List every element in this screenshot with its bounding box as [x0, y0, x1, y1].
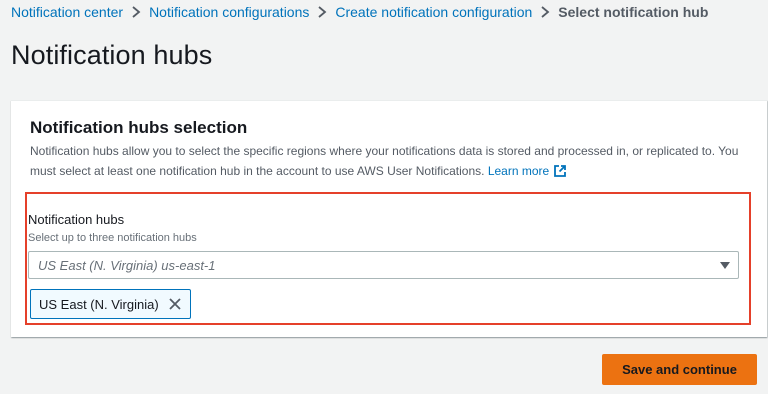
external-link-icon[interactable] [553, 164, 567, 178]
learn-more-link[interactable]: Learn more [488, 164, 567, 178]
panel-title: Notification hubs selection [30, 118, 248, 137]
close-icon[interactable] [168, 297, 182, 311]
notification-hubs-panel: Notification hubs selection Notification… [11, 100, 767, 337]
token-label: US East (N. Virginia) [39, 296, 159, 312]
breadcrumb-current: Select notification hub [558, 4, 709, 20]
panel-description-text: Notification hubs allow you to select th… [30, 144, 739, 178]
field-description: Select up to three notification hubs [28, 232, 197, 244]
breadcrumb-create-notification-configuration[interactable]: Create notification configuration [335, 4, 532, 20]
chevron-right-icon [309, 6, 335, 18]
breadcrumb-notification-center[interactable]: Notification center [11, 4, 123, 20]
breadcrumb-notification-configurations[interactable]: Notification configurations [149, 4, 309, 20]
learn-more-label[interactable]: Learn more [488, 164, 549, 178]
panel-description: Notification hubs allow you to select th… [30, 141, 750, 181]
chevron-right-icon [123, 6, 149, 18]
breadcrumb: Notification center Notification configu… [11, 4, 708, 20]
selected-hub-token: US East (N. Virginia) [30, 289, 191, 319]
field-label: Notification hubs [28, 212, 125, 227]
caret-down-icon[interactable] [720, 262, 730, 269]
page-title: Notification hubs [11, 40, 213, 70]
select-placeholder: US East (N. Virginia) us-east-1 [38, 258, 216, 273]
save-and-continue-button[interactable]: Save and continue [602, 354, 757, 385]
notification-hubs-select[interactable]: US East (N. Virginia) us-east-1 [28, 251, 739, 279]
chevron-right-icon [532, 6, 558, 18]
